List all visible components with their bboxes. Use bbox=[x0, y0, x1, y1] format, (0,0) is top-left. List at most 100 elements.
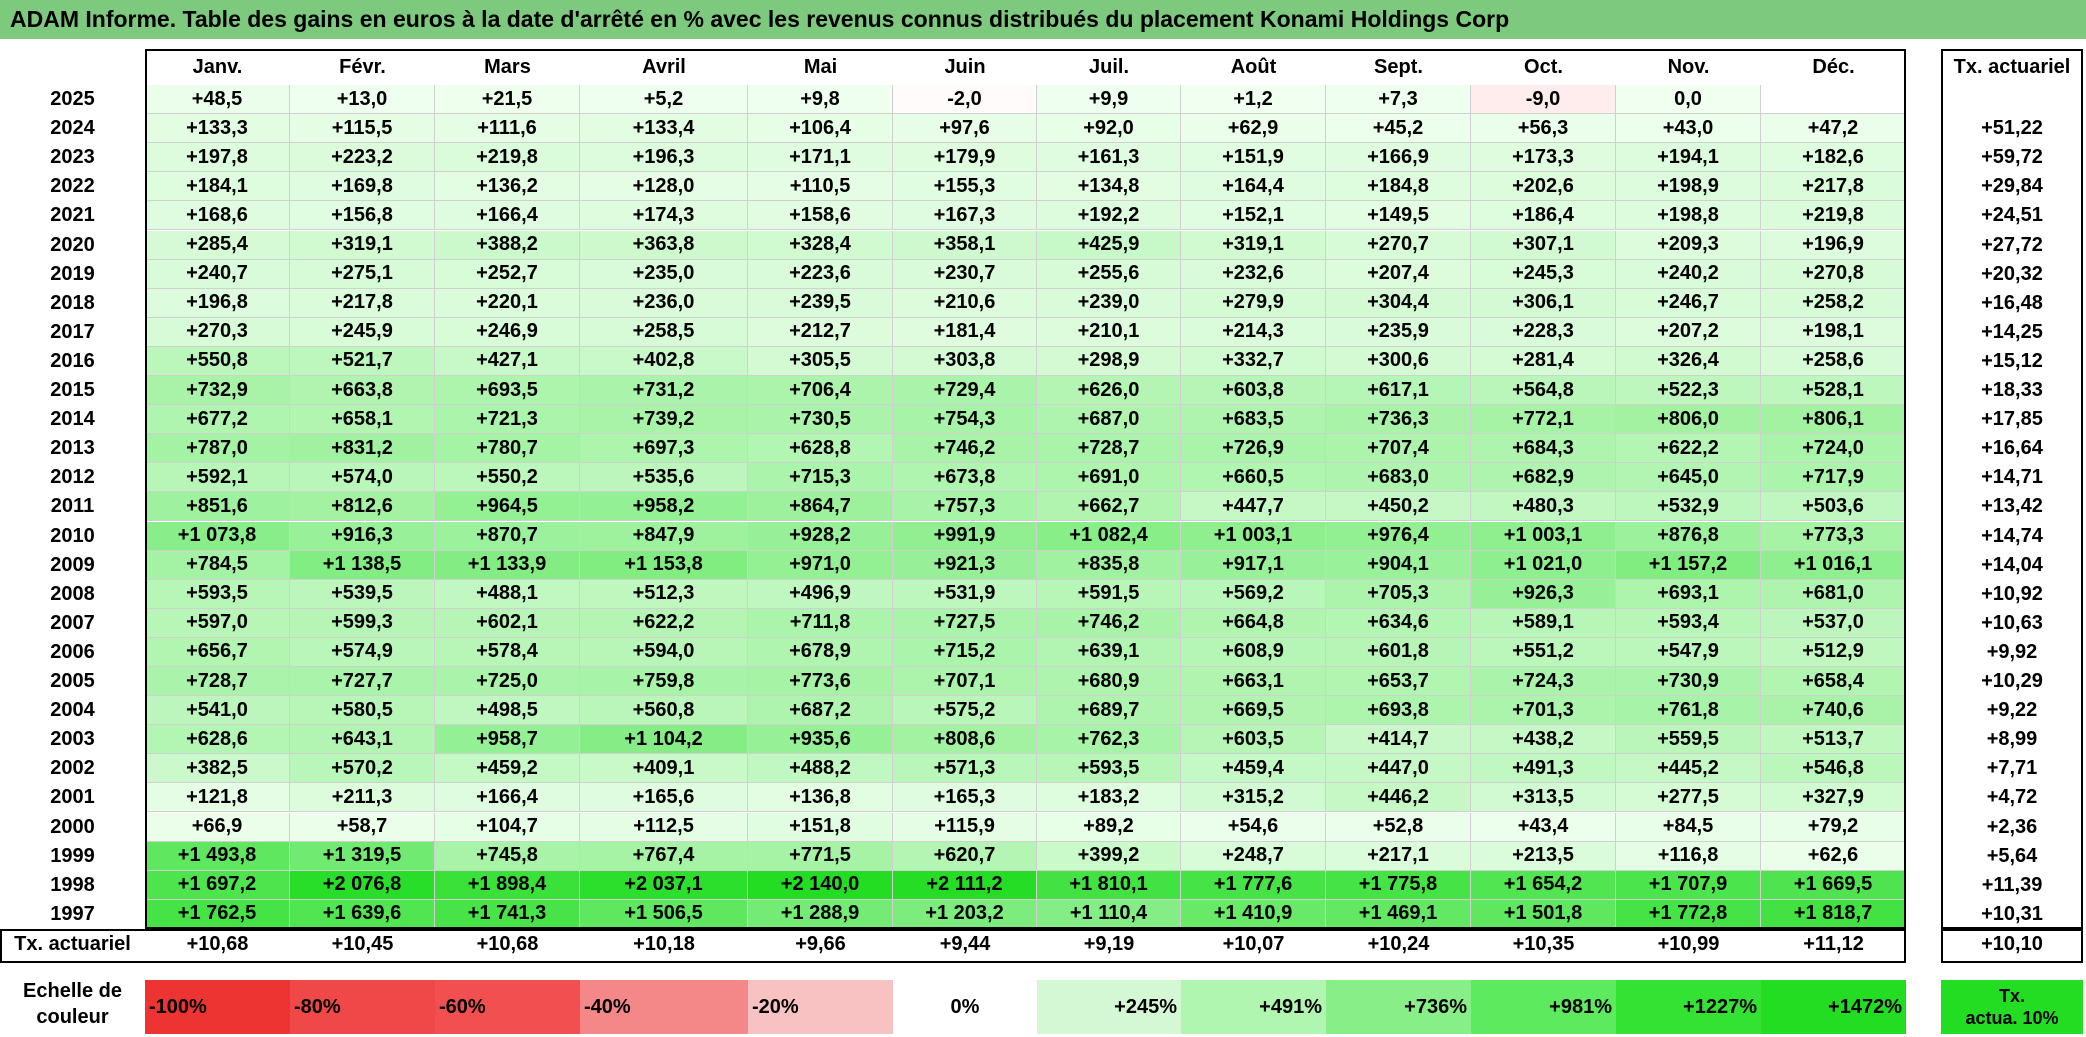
heatmap-cell: +214,3 bbox=[1181, 317, 1326, 347]
heatmap-cell: +459,2 bbox=[435, 754, 580, 784]
heatmap-cell: +248,7 bbox=[1181, 841, 1326, 871]
color-scale-stop: -80% bbox=[290, 980, 435, 1034]
heatmap-cell: +166,9 bbox=[1326, 143, 1471, 173]
row-rate: +14,71 bbox=[1981, 466, 2043, 489]
heatmap-cell: +1 506,5 bbox=[580, 899, 748, 929]
heatmap-cell: +617,1 bbox=[1326, 376, 1471, 406]
monthly-rate: +10,68 bbox=[186, 933, 249, 956]
heatmap-cell: +580,5 bbox=[290, 696, 435, 726]
heatmap-cell: +570,2 bbox=[290, 754, 435, 784]
heatmap-cell: +240,7 bbox=[145, 259, 290, 289]
month-header: Nov. bbox=[1667, 55, 1710, 78]
heatmap-cell: +757,3 bbox=[893, 492, 1037, 522]
heatmap-cell: +245,9 bbox=[290, 317, 435, 347]
heatmap-cell: +550,8 bbox=[145, 346, 290, 376]
heatmap-cell: +1 319,5 bbox=[290, 841, 435, 871]
heatmap-cell: +258,5 bbox=[580, 317, 748, 347]
heatmap-cell: +198,8 bbox=[1616, 201, 1761, 231]
heatmap-cell: +258,6 bbox=[1761, 346, 1906, 376]
monthly-rate: +10,45 bbox=[331, 933, 394, 956]
monthly-rate: +10,07 bbox=[1222, 933, 1285, 956]
heatmap-cell: +1 073,8 bbox=[145, 521, 290, 551]
heatmap-cell: +773,6 bbox=[748, 667, 893, 697]
heatmap-cell: +772,1 bbox=[1471, 405, 1616, 435]
heatmap-cell: +305,5 bbox=[748, 346, 893, 376]
heatmap-cell: +459,4 bbox=[1181, 754, 1326, 784]
color-scale-stop: +981% bbox=[1471, 980, 1616, 1034]
heatmap-cell: +847,9 bbox=[580, 521, 748, 551]
year-label: 2012 bbox=[50, 466, 95, 489]
heatmap-cell: +425,9 bbox=[1037, 230, 1181, 260]
row-rate: +11,39 bbox=[1981, 873, 2043, 896]
month-header: Févr. bbox=[339, 55, 386, 78]
heatmap-cell: +133,3 bbox=[145, 114, 290, 144]
heatmap-cell: +771,5 bbox=[748, 841, 893, 871]
heatmap-cell: +152,1 bbox=[1181, 201, 1326, 231]
heatmap-cell: +622,2 bbox=[580, 608, 748, 638]
heatmap-cell: +112,5 bbox=[580, 812, 748, 842]
heatmap-cell: +2 076,8 bbox=[290, 870, 435, 900]
heatmap-cell: +669,5 bbox=[1181, 696, 1326, 726]
heatmap-cell: +574,9 bbox=[290, 637, 435, 667]
heatmap-cell: +235,9 bbox=[1326, 317, 1471, 347]
heatmap-cell: +332,7 bbox=[1181, 346, 1326, 376]
heatmap-cell: +445,2 bbox=[1616, 754, 1761, 784]
heatmap-cell: -2,0 bbox=[893, 85, 1037, 115]
heatmap-cell: +399,2 bbox=[1037, 841, 1181, 871]
heatmap-cell: +236,0 bbox=[580, 288, 748, 318]
heatmap-cell: +104,7 bbox=[435, 812, 580, 842]
row-rate: +10,63 bbox=[1981, 611, 2043, 634]
heatmap-cell: +491,3 bbox=[1471, 754, 1616, 784]
heatmap-cell: +164,4 bbox=[1181, 172, 1326, 202]
heatmap-cell: +166,4 bbox=[435, 783, 580, 813]
year-label: 2002 bbox=[50, 757, 95, 780]
heatmap-cell: +664,8 bbox=[1181, 608, 1326, 638]
monthly-rate: +9,66 bbox=[795, 933, 846, 956]
heatmap-cell: +66,9 bbox=[145, 812, 290, 842]
heatmap-cell: +697,3 bbox=[580, 434, 748, 464]
heatmap-cell: +564,8 bbox=[1471, 376, 1616, 406]
heatmap-cell: +252,7 bbox=[435, 259, 580, 289]
heatmap-cell: +402,8 bbox=[580, 346, 748, 376]
heatmap-cell: +707,1 bbox=[893, 667, 1037, 697]
heatmap-cell: +212,7 bbox=[748, 317, 893, 347]
month-header: Déc. bbox=[1812, 55, 1855, 78]
heatmap-cell: +213,5 bbox=[1471, 841, 1616, 871]
heatmap-cell: +198,1 bbox=[1761, 317, 1906, 347]
heatmap-cell: +1 138,5 bbox=[290, 550, 435, 580]
color-scale-stop: +1472% bbox=[1761, 980, 1906, 1034]
color-scale-label-line2: couleur bbox=[36, 1006, 109, 1028]
row-rate: +9,92 bbox=[1986, 640, 2038, 663]
color-scale-stop: -100% bbox=[145, 980, 290, 1034]
heatmap-cell: +414,7 bbox=[1326, 725, 1471, 755]
heatmap-cell: +498,5 bbox=[435, 696, 580, 726]
heatmap-cell: +727,7 bbox=[290, 667, 435, 697]
year-label: 2024 bbox=[50, 117, 95, 140]
heatmap-cell: +663,8 bbox=[290, 376, 435, 406]
heatmap-cell: +121,8 bbox=[145, 783, 290, 813]
heatmap-cell: +13,0 bbox=[290, 85, 435, 115]
year-label: 2000 bbox=[50, 815, 95, 838]
row-rate: +29,84 bbox=[1981, 175, 2043, 198]
heatmap-cell: +232,6 bbox=[1181, 259, 1326, 289]
heatmap-cell: +684,3 bbox=[1471, 434, 1616, 464]
heatmap-cell: +217,1 bbox=[1326, 841, 1471, 871]
month-header: Mars bbox=[484, 55, 531, 78]
year-label: 1997 bbox=[50, 902, 95, 925]
heatmap-cell: +209,3 bbox=[1616, 230, 1761, 260]
heatmap-cell: +926,3 bbox=[1471, 579, 1616, 609]
heatmap-cell: +207,4 bbox=[1326, 259, 1471, 289]
month-header: Juil. bbox=[1088, 55, 1129, 78]
heatmap-cell: +759,8 bbox=[580, 667, 748, 697]
heatmap-cell: +680,9 bbox=[1037, 667, 1181, 697]
heatmap-cell: +693,1 bbox=[1616, 579, 1761, 609]
heatmap-cell: +512,9 bbox=[1761, 637, 1906, 667]
row-rate: +20,32 bbox=[1981, 262, 2043, 285]
heatmap-cell: +196,9 bbox=[1761, 230, 1906, 260]
heatmap-cell: +92,0 bbox=[1037, 114, 1181, 144]
heatmap-cell: +706,4 bbox=[748, 376, 893, 406]
heatmap-cell: +521,7 bbox=[290, 346, 435, 376]
heatmap-cell: +1 772,8 bbox=[1616, 899, 1761, 929]
heatmap-cell: +184,8 bbox=[1326, 172, 1471, 202]
heatmap-cell: +728,7 bbox=[1037, 434, 1181, 464]
